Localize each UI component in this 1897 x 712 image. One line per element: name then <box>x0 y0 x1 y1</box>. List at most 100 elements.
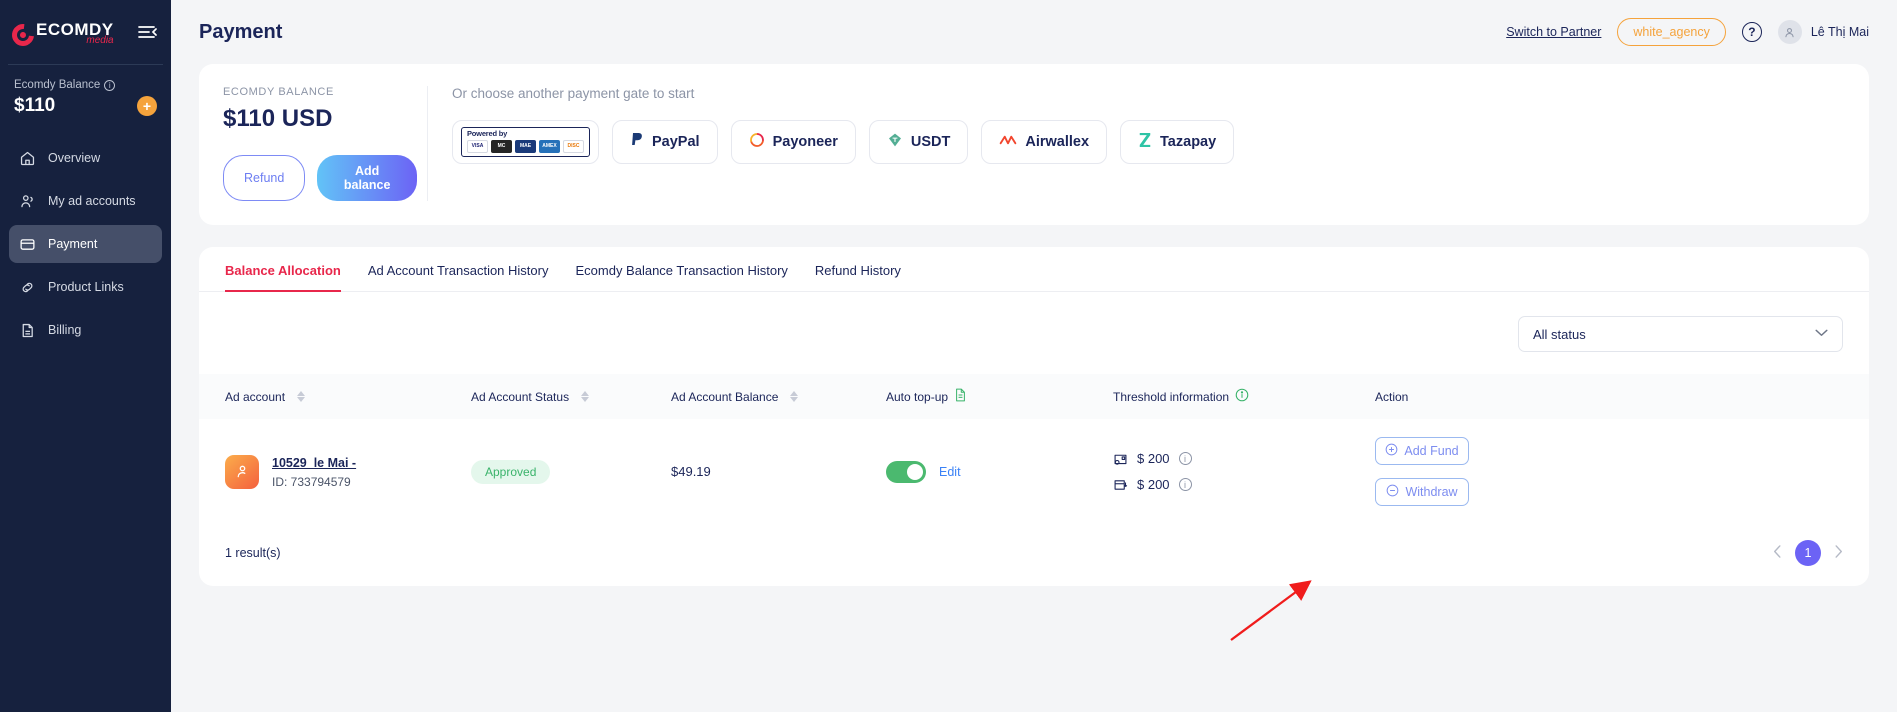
withdraw-label: Withdraw <box>1405 485 1458 499</box>
gateway-label: USDT <box>910 134 951 150</box>
sidebar-item-label: My ad accounts <box>48 194 136 208</box>
table-body: 10529_le Mai - ID: 733794579 Approved $4… <box>199 419 1869 524</box>
paypal-logo <box>630 132 644 152</box>
gateway-label: Payoneer <box>772 134 838 150</box>
maestro-icon: MAE <box>515 139 536 153</box>
sidebar-item-label: Payment <box>48 237 98 251</box>
table-header-row: Ad account Ad Account Status Ad Account … <box>199 374 1869 419</box>
column-label: Ad Account Status <box>471 389 570 404</box>
tab-refund-history[interactable]: Refund History <box>815 263 901 291</box>
info-icon[interactable]: i <box>1178 452 1192 465</box>
auto-topup-toggle[interactable] <box>886 460 926 483</box>
cell-auto-top-up: Edit <box>886 419 1113 524</box>
gateway-paypal[interactable]: PayPal <box>612 120 718 164</box>
tether-logo <box>887 132 903 152</box>
threshold-value-2: $ 200 <box>1137 477 1170 492</box>
logo-subtitle: media <box>86 34 114 46</box>
status-filter-select[interactable]: All status <box>1518 316 1843 352</box>
edit-link[interactable]: Edit <box>939 465 961 479</box>
column-auto-top-up: Auto top-up <box>886 374 1113 419</box>
cell-status: Approved <box>471 419 671 524</box>
amex-icon: AMEX <box>539 139 560 153</box>
info-icon[interactable]: i <box>1178 478 1192 491</box>
column-ad-account-balance[interactable]: Ad Account Balance <box>671 374 886 419</box>
tazapay-logo <box>1138 132 1152 152</box>
sidebar-item-billing[interactable]: Billing <box>9 311 162 349</box>
chevron-down-icon <box>1815 328 1828 340</box>
sidebar-item-product-links[interactable]: Product Links <box>9 268 162 306</box>
plus-circle-icon <box>1385 443 1398 459</box>
user-menu[interactable]: Lê Thị Mai <box>1777 20 1869 44</box>
account-name-link[interactable]: 10529_le Mai - <box>272 456 356 470</box>
stripe-logo: Powered by VISA MC MAE AMEX DISC <box>461 127 590 157</box>
chevron-left-icon[interactable] <box>1773 545 1782 561</box>
chevron-right-icon[interactable] <box>1834 545 1843 561</box>
column-label: Auto top-up <box>886 389 949 404</box>
balance-allocation-table: Ad account Ad Account Status Ad Account … <box>199 374 1869 524</box>
switch-to-partner-link[interactable]: Switch to Partner <box>1506 25 1601 39</box>
cell-balance: $49.19 <box>671 464 711 479</box>
plus-icon[interactable]: + <box>137 96 157 116</box>
column-threshold-information: Threshold information <box>1113 374 1375 419</box>
annotation-arrow <box>1230 580 1312 641</box>
tab-ecomdy-balance-transaction-history[interactable]: Ecomdy Balance Transaction History <box>575 263 787 291</box>
gateway-airwallex[interactable]: Airwallex <box>981 120 1108 164</box>
discover-icon: DISC <box>563 139 584 153</box>
balance-caption: ECOMDY BALANCE <box>223 86 334 98</box>
app-root: ECOMDY media Ecomdy Balance i $110 + Ove… <box>0 0 1897 712</box>
column-ad-account[interactable]: Ad account <box>199 374 471 419</box>
top-bar-actions: Switch to Partner white_agency ? Lê Thị … <box>1506 18 1869 46</box>
balance-label-row: Ecomdy Balance i <box>14 79 157 91</box>
visa-icon: VISA <box>467 139 488 153</box>
gateway-tazapay[interactable]: Tazapay <box>1120 120 1235 164</box>
add-balance-button[interactable]: Add balance <box>317 155 417 201</box>
question-icon[interactable]: ? <box>1741 22 1762 42</box>
column-label: Ad Account Balance <box>671 389 779 404</box>
user-name: Lê Thị Mai <box>1810 25 1869 39</box>
menu-collapse-icon[interactable] <box>138 24 157 43</box>
card-brands: VISA MC MAE AMEX DISC <box>467 139 584 153</box>
gateway-panel: Or choose another payment gate to start … <box>428 86 1845 201</box>
account-id: ID: 733794579 <box>272 474 351 489</box>
sort-icon[interactable] <box>790 391 799 402</box>
column-action: Action <box>1375 374 1869 419</box>
gateway-label: PayPal <box>652 134 700 150</box>
column-ad-account-status[interactable]: Ad Account Status <box>471 374 671 419</box>
sidebar-balance: Ecomdy Balance i $110 + <box>0 65 171 117</box>
withdraw-button[interactable]: Withdraw <box>1375 478 1469 506</box>
sort-icon[interactable] <box>297 391 306 402</box>
cell-threshold: $ 200 i $ 200 i <box>1113 419 1375 524</box>
sidebar-item-my-ad-accounts[interactable]: My ad accounts <box>9 182 162 220</box>
table-footer: 1 result(s) 1 <box>199 524 1869 586</box>
ecomdy-logo[interactable]: ECOMDY media <box>7 19 114 50</box>
threshold-value-1: $ 200 <box>1137 451 1170 466</box>
info-green-icon[interactable] <box>1235 388 1249 405</box>
agency-badge[interactable]: white_agency <box>1617 18 1726 46</box>
sort-icon[interactable] <box>581 391 590 402</box>
tab-bar: Balance Allocation Ad Account Transactio… <box>199 247 1869 292</box>
sidebar-item-payment[interactable]: Payment <box>9 225 162 263</box>
add-fund-button[interactable]: Add Fund <box>1375 437 1469 465</box>
column-label: Action <box>1375 389 1409 404</box>
top-bar: Payment Switch to Partner white_agency ?… <box>171 0 1897 64</box>
gateway-stripe[interactable]: Powered by VISA MC MAE AMEX DISC <box>452 120 599 164</box>
sidebar-item-overview[interactable]: Overview <box>9 139 162 177</box>
gateway-title: Or choose another payment gate to start <box>452 86 695 101</box>
mastercard-icon: MC <box>491 139 512 153</box>
users-icon <box>19 193 36 210</box>
payment-gateway-card: ECOMDY BALANCE $110 USD Refund Add balan… <box>199 64 1869 225</box>
tab-balance-allocation[interactable]: Balance Allocation <box>225 263 341 292</box>
gateway-usdt[interactable]: USDT <box>868 120 969 164</box>
page-button-1[interactable]: 1 <box>1795 540 1821 566</box>
document-green-icon[interactable] <box>954 388 967 405</box>
status-badge: Approved <box>471 459 551 484</box>
info-icon[interactable]: i <box>104 79 116 91</box>
balance-label: Ecomdy Balance <box>14 79 101 91</box>
gateway-payoneer[interactable]: Payoneer <box>730 120 856 164</box>
document-icon <box>19 322 36 339</box>
stripe-powered-label: Powered by <box>467 129 508 139</box>
refund-button[interactable]: Refund <box>223 155 306 201</box>
card-icon <box>19 236 36 253</box>
tab-ad-account-transaction-history[interactable]: Ad Account Transaction History <box>368 263 549 291</box>
cell-ad-account: 10529_le Mai - ID: 733794579 <box>199 419 471 524</box>
